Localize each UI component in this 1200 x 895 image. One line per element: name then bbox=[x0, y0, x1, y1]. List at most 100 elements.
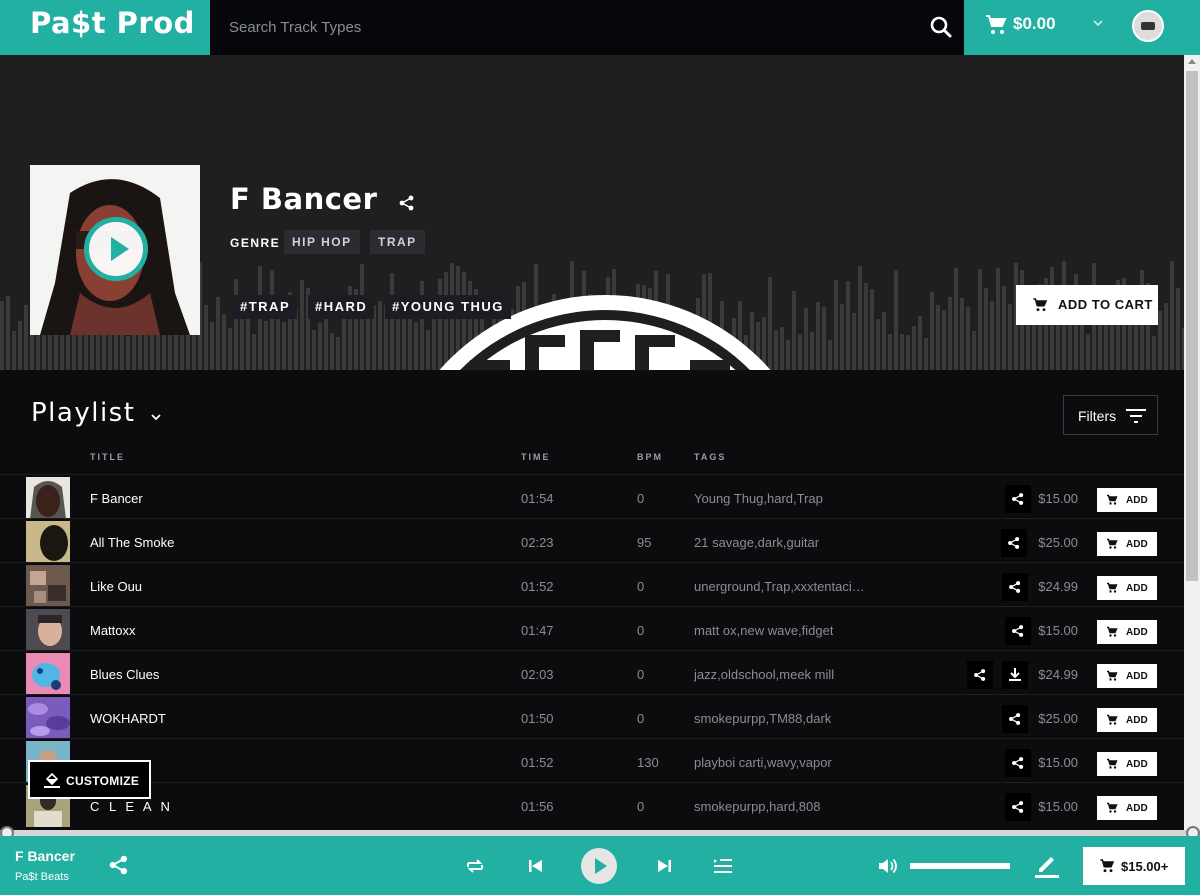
track-tags: 21 savage,dark,guitar bbox=[694, 535, 820, 550]
add-button[interactable]: ADD bbox=[1097, 620, 1157, 644]
add-to-cart-button[interactable]: ADD TO CART bbox=[1016, 285, 1158, 325]
track-thumbnail bbox=[26, 565, 70, 607]
search-input[interactable] bbox=[210, 0, 910, 55]
track-bpm: 0 bbox=[637, 491, 645, 506]
share-icon[interactable] bbox=[1001, 529, 1027, 557]
customize-button[interactable]: CUSTOMIZE bbox=[28, 760, 151, 799]
download-icon[interactable] bbox=[1002, 661, 1028, 689]
add-button[interactable]: ADD bbox=[1097, 708, 1157, 732]
logo-box[interactable]: Pa$t Prod bbox=[0, 0, 210, 55]
table-row[interactable]: F Bancer 01:54 0 Young Thug,hard,Trap $1… bbox=[0, 474, 1184, 519]
track-bpm: 0 bbox=[637, 799, 645, 814]
search-icon[interactable] bbox=[926, 12, 956, 42]
cart-icon bbox=[1107, 538, 1118, 549]
album-cover[interactable] bbox=[30, 165, 200, 335]
cart-icon bbox=[1107, 714, 1118, 725]
edit-icon[interactable] bbox=[1035, 852, 1059, 878]
playlist-section: Playlist Filters TITLE TIME BPM TAGS F B… bbox=[0, 370, 1184, 830]
cart-menu[interactable]: $0.00 bbox=[964, 0, 1200, 55]
table-row[interactable]: Like Ouu 01:52 0 unerground,Trap,xxxtent… bbox=[0, 562, 1184, 607]
track-title[interactable]: Blues Clues bbox=[90, 667, 159, 682]
avatar[interactable] bbox=[1132, 10, 1164, 42]
chevron-down-icon[interactable] bbox=[1091, 16, 1105, 30]
now-playing-artist[interactable]: Pa$t Beats bbox=[15, 871, 69, 883]
share-icon[interactable] bbox=[1005, 749, 1031, 777]
track-title[interactable]: C L E A N bbox=[90, 799, 173, 814]
add-button[interactable]: ADD bbox=[1097, 664, 1157, 688]
cart-icon bbox=[1107, 582, 1118, 593]
table-row[interactable]: Blues Clues 02:03 0 jazz,oldschool,meek … bbox=[0, 650, 1184, 695]
add-button[interactable]: ADD bbox=[1097, 488, 1157, 512]
add-button[interactable]: ADD bbox=[1097, 752, 1157, 776]
track-title[interactable]: WOKHARDT bbox=[90, 711, 166, 726]
genre-tag-hip-hop[interactable]: HIP HOP bbox=[284, 230, 360, 254]
share-icon[interactable] bbox=[398, 194, 416, 212]
track-title: F Bancer bbox=[230, 182, 378, 216]
repeat-icon[interactable] bbox=[464, 855, 486, 877]
add-button[interactable]: ADD bbox=[1097, 796, 1157, 820]
table-row[interactable]: C L E A N 01:56 0 smokepurpp,hard,808 $1… bbox=[0, 782, 1184, 827]
track-title[interactable]: All The Smoke bbox=[90, 535, 174, 550]
filters-button[interactable]: Filters bbox=[1063, 395, 1158, 435]
track-title[interactable]: Like Ouu bbox=[90, 579, 142, 594]
track-title[interactable]: Mattoxx bbox=[90, 623, 136, 638]
track-title[interactable]: F Bancer bbox=[90, 491, 143, 506]
genre-tag-trap[interactable]: TRAP bbox=[370, 230, 425, 254]
share-icon[interactable] bbox=[1005, 793, 1031, 821]
previous-track-icon[interactable] bbox=[526, 856, 548, 878]
next-track-icon[interactable] bbox=[654, 856, 676, 878]
track-tags: matt ox,new wave,fidget bbox=[694, 623, 834, 638]
player-add-to-cart-button[interactable]: $15.00+ bbox=[1083, 847, 1185, 885]
add-button[interactable]: ADD bbox=[1097, 532, 1157, 556]
add-button[interactable]: ADD bbox=[1097, 576, 1157, 600]
hashtag-hard[interactable]: #HARD bbox=[308, 295, 375, 319]
track-hero: F Bancer GENRE HIP HOP TRAP #TRAP #HARD … bbox=[0, 55, 1184, 370]
volume-icon[interactable] bbox=[877, 855, 899, 877]
queue-list-icon[interactable] bbox=[712, 855, 734, 877]
track-price: $15.00 bbox=[1038, 491, 1078, 506]
now-playing-title[interactable]: F Bancer bbox=[15, 848, 75, 864]
share-icon[interactable] bbox=[967, 661, 993, 689]
cart-icon bbox=[1107, 494, 1118, 505]
track-price: $15.00 bbox=[1038, 799, 1078, 814]
scroll-up-arrow-icon[interactable] bbox=[1188, 59, 1196, 64]
scrollbar-thumb[interactable] bbox=[1186, 71, 1198, 581]
add-label: ADD bbox=[1126, 671, 1148, 682]
cart-total[interactable]: $0.00 bbox=[1013, 14, 1056, 34]
track-price: $25.00 bbox=[1038, 711, 1078, 726]
add-to-cart-label: ADD TO CART bbox=[1058, 297, 1153, 312]
table-row[interactable]: 01:52 130 playboi carti,wavy,vapor $15.0… bbox=[0, 738, 1184, 783]
track-tags: jazz,oldschool,meek mill bbox=[694, 667, 835, 682]
track-bpm: 95 bbox=[637, 535, 652, 550]
table-row[interactable]: WOKHARDT 01:50 0 smokepurpp,TM88,dark $2… bbox=[0, 694, 1184, 739]
search-bar bbox=[210, 0, 964, 55]
paint-bucket-icon bbox=[44, 772, 60, 788]
track-time: 02:03 bbox=[521, 667, 554, 682]
genre-label: GENRE bbox=[230, 236, 281, 250]
share-icon[interactable] bbox=[108, 854, 130, 876]
table-row[interactable]: All The Smoke 02:23 95 21 savage,dark,gu… bbox=[0, 518, 1184, 563]
track-thumbnail bbox=[26, 477, 70, 519]
playlist-title[interactable]: Playlist bbox=[31, 398, 135, 428]
share-icon[interactable] bbox=[1002, 573, 1028, 601]
track-tags: smokepurpp,hard,808 bbox=[694, 799, 821, 814]
cart-icon[interactable] bbox=[984, 13, 1008, 37]
hashtag-young-thug[interactable]: #YOUNG THUG bbox=[385, 295, 511, 319]
track-price: $24.99 bbox=[1038, 579, 1078, 594]
table-row[interactable]: Mattoxx 01:47 0 matt ox,new wave,fidget … bbox=[0, 606, 1184, 651]
chevron-down-icon[interactable] bbox=[150, 410, 162, 422]
logo[interactable]: Pa$t Prod bbox=[30, 6, 195, 40]
play-button[interactable] bbox=[84, 217, 148, 281]
page: Pa$t Prod $0.00 bbox=[0, 0, 1200, 895]
scrollbar[interactable] bbox=[1184, 55, 1200, 830]
add-label: ADD bbox=[1126, 715, 1148, 726]
track-bpm: 130 bbox=[637, 755, 659, 770]
share-icon[interactable] bbox=[1002, 705, 1028, 733]
share-icon[interactable] bbox=[1005, 617, 1031, 645]
track-thumbnail bbox=[26, 697, 70, 739]
play-button[interactable] bbox=[581, 848, 617, 884]
volume-slider[interactable] bbox=[910, 863, 1010, 869]
track-time: 02:23 bbox=[521, 535, 554, 550]
share-icon[interactable] bbox=[1005, 485, 1031, 513]
hashtag-trap[interactable]: #TRAP bbox=[233, 295, 298, 319]
